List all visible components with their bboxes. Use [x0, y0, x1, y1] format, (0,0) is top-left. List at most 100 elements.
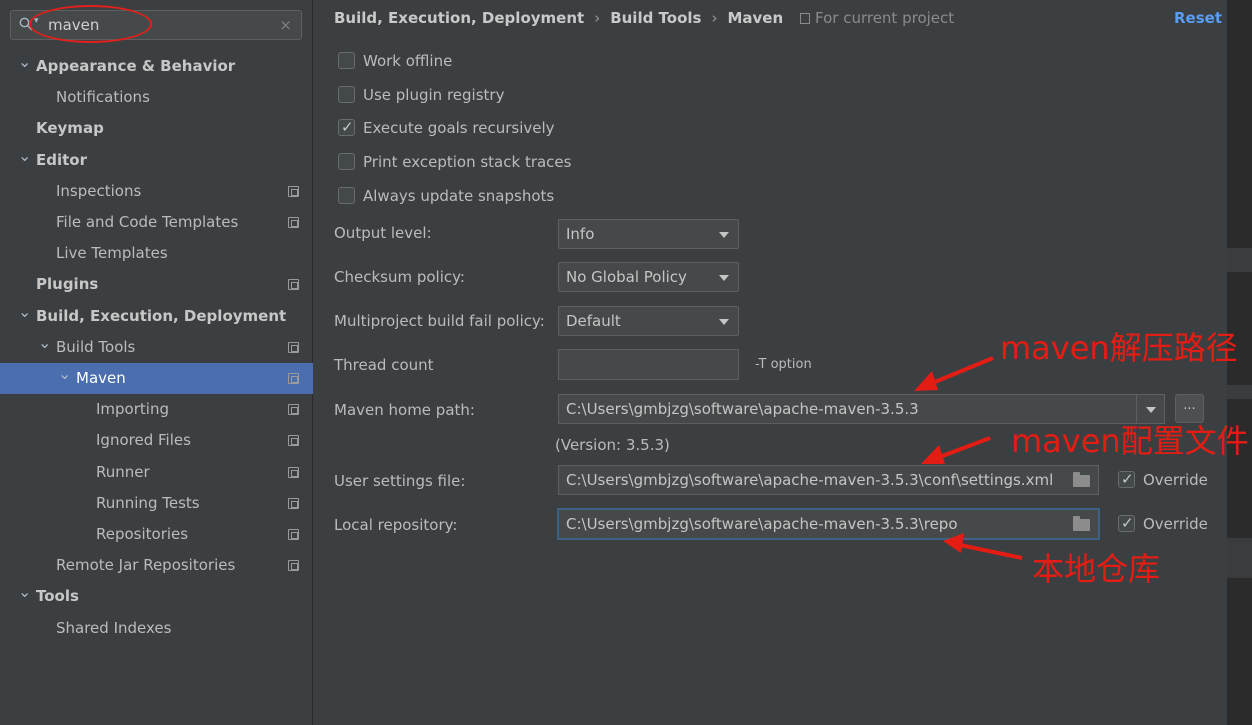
breadcrumb-item: Build, Execution, Deployment — [334, 9, 585, 27]
use-plugin-registry-label: Use plugin registry — [363, 86, 505, 104]
use-plugin-registry-checkbox[interactable] — [338, 86, 355, 103]
sidebar-item-plugins[interactable]: Plugins — [0, 269, 313, 300]
local-repository-label: Local repository: — [334, 516, 458, 534]
print-exception-stack-traces-checkbox[interactable] — [338, 153, 355, 170]
chevron-down-icon[interactable]: ⌄ — [38, 332, 52, 354]
settings-search-field[interactable]: ▾ maven × — [10, 5, 302, 43]
clear-search-icon[interactable]: × — [279, 16, 292, 34]
sidebar-item-appearance-behavior[interactable]: ⌄ Appearance & Behavior — [0, 51, 313, 82]
sidebar-item-remote-jar-repositories[interactable]: Remote Jar Repositories — [0, 550, 313, 581]
checksum-policy-value: No Global Policy — [566, 268, 687, 286]
for-current-project-text: For current project — [815, 9, 955, 27]
maven-home-path-value: C:\Users\gmbjzg\software\apache-maven-3.… — [566, 400, 919, 418]
sidebar-item-editor[interactable]: ⌄ Editor — [0, 145, 313, 176]
chevron-down-icon — [719, 319, 729, 325]
project-scope-icon — [288, 529, 299, 540]
chevron-down-icon — [719, 232, 729, 238]
sidebar-item-label: Editor — [36, 150, 87, 169]
sidebar-item-label: Maven — [76, 369, 126, 387]
chevron-down-icon — [719, 275, 729, 281]
work-offline-checkbox[interactable] — [338, 52, 355, 69]
sidebar-item-file-and-code-templates[interactable]: File and Code Templates — [0, 207, 313, 238]
project-scope-icon — [288, 560, 299, 572]
background-band — [1227, 385, 1252, 399]
breadcrumb: Build, Execution, Deployment › Build Tools… — [334, 9, 783, 27]
output-level-value: Info — [566, 225, 595, 243]
fail-policy-label: Multiproject build fail policy: — [334, 312, 545, 330]
project-scope-icon — [288, 185, 299, 197]
sidebar-item-shared-indexes[interactable]: Shared Indexes — [0, 613, 313, 644]
breadcrumb-item: Build Tools — [610, 9, 702, 27]
maven-version-label: (Version: 3.5.3) — [555, 436, 670, 454]
project-scope-icon — [288, 435, 299, 447]
local-repository-input[interactable]: C:\Users\gmbjzg\software\apache-maven-3.… — [557, 508, 1100, 540]
local-repository-override-label: Override — [1143, 515, 1208, 533]
sidebar-item-build-tools[interactable]: ⌄ Build Tools — [0, 332, 313, 363]
sidebar-item-label: Notifications — [56, 88, 150, 107]
sidebar-item-label: Ignored Files — [96, 431, 191, 450]
breadcrumb-item: Maven — [727, 9, 784, 27]
sidebar-item-inspections[interactable]: Inspections — [0, 176, 313, 207]
for-current-project-label: For current project — [800, 9, 954, 27]
sidebar-item-label: Remote Jar Repositories — [56, 556, 236, 575]
project-scope-icon — [288, 217, 299, 228]
local-repository-override-checkbox[interactable] — [1118, 512, 1135, 534]
sidebar-item-label: Keymap — [36, 119, 104, 138]
chevron-down-icon[interactable]: ⌄ — [18, 145, 32, 167]
execute-goals-recursively-label: Execute goals recursively — [363, 119, 555, 137]
user-settings-file-label: User settings file: — [334, 472, 466, 490]
annotation-settings-note: maven配置文件 — [1011, 422, 1249, 460]
checksum-policy-dropdown[interactable]: No Global Policy — [558, 262, 739, 292]
sidebar-item-live-templates[interactable]: Live Templates — [0, 238, 313, 269]
always-update-snapshots-checkbox[interactable] — [338, 187, 355, 204]
sidebar-item-notifications[interactable]: Notifications — [0, 82, 313, 113]
sidebar-item-build-execution-deployment[interactable]: ⌄ Build, Execution, Deployment — [0, 301, 313, 332]
project-scope-icon — [288, 373, 299, 384]
sidebar-item-label: Tools — [36, 587, 79, 606]
fail-policy-dropdown[interactable]: Default — [558, 306, 739, 336]
user-settings-file-input[interactable]: C:\Users\gmbjzg\software\apache-maven-3.… — [558, 465, 1099, 495]
sidebar-item-runner[interactable]: Runner — [0, 457, 313, 488]
project-scope-icon — [288, 404, 299, 416]
folder-icon[interactable] — [1073, 516, 1090, 531]
execute-goals-recursively-checkbox[interactable] — [338, 116, 355, 138]
sidebar-item-repositories[interactable]: Repositories — [0, 519, 313, 550]
sidebar-item-tools[interactable]: ⌄ Tools — [0, 581, 313, 612]
user-settings-override-checkbox[interactable] — [1118, 468, 1135, 490]
background-band — [1227, 248, 1252, 272]
sidebar-item-importing[interactable]: Importing — [0, 394, 313, 425]
sidebar-item-label: Shared Indexes — [56, 618, 172, 637]
sidebar-item-label: Runner — [96, 462, 150, 481]
annotation-ellipse — [29, 5, 152, 43]
chevron-down-icon[interactable]: ⌄ — [18, 51, 32, 73]
sidebar-item-label: Inspections — [56, 181, 142, 200]
output-level-dropdown[interactable]: Info — [558, 219, 739, 249]
maven-home-path-label: Maven home path: — [334, 401, 475, 419]
annotation-maven-home-note: maven解压路径 — [1000, 329, 1238, 367]
project-scope-icon — [288, 466, 299, 478]
sidebar-item-label: Build Tools — [56, 337, 136, 356]
sidebar-item-label: Build, Execution, Deployment — [36, 306, 287, 325]
sidebar-item-label: Plugins — [36, 275, 99, 294]
sidebar-item-keymap[interactable]: Keymap — [0, 113, 313, 144]
chevron-down-icon[interactable]: ⌄ — [18, 581, 32, 603]
annotation-repo-note: 本地仓库 — [1032, 550, 1161, 588]
sidebar-item-label: Repositories — [96, 525, 189, 543]
reset-link[interactable]: Reset — [1174, 9, 1222, 27]
background-band — [1227, 538, 1252, 578]
checksum-policy-label: Checksum policy: — [334, 268, 465, 286]
sidebar-item-label: Live Templates — [56, 244, 168, 263]
sidebar-item-ignored-files[interactable]: Ignored Files — [0, 425, 313, 456]
user-settings-override-label: Override — [1143, 471, 1208, 489]
local-repository-value: C:\Users\gmbjzg\software\apache-maven-3.… — [566, 515, 958, 533]
folder-icon[interactable] — [1073, 472, 1090, 487]
sidebar-item-running-tests[interactable]: Running Tests — [0, 488, 313, 519]
chevron-down-icon[interactable]: ⌄ — [58, 363, 72, 385]
user-settings-file-value: C:\Users\gmbjzg\software\apache-maven-3.… — [566, 471, 1054, 489]
thread-count-input[interactable] — [558, 349, 739, 380]
chevron-down-icon[interactable]: ⌄ — [18, 301, 32, 323]
sidebar-item-label: File and Code Templates — [56, 213, 239, 231]
sidebar-item-label: Appearance & Behavior — [36, 57, 236, 75]
sidebar-item-maven[interactable]: ⌄ Maven — [0, 363, 313, 394]
sidebar-item-label: Running Tests — [96, 493, 200, 512]
